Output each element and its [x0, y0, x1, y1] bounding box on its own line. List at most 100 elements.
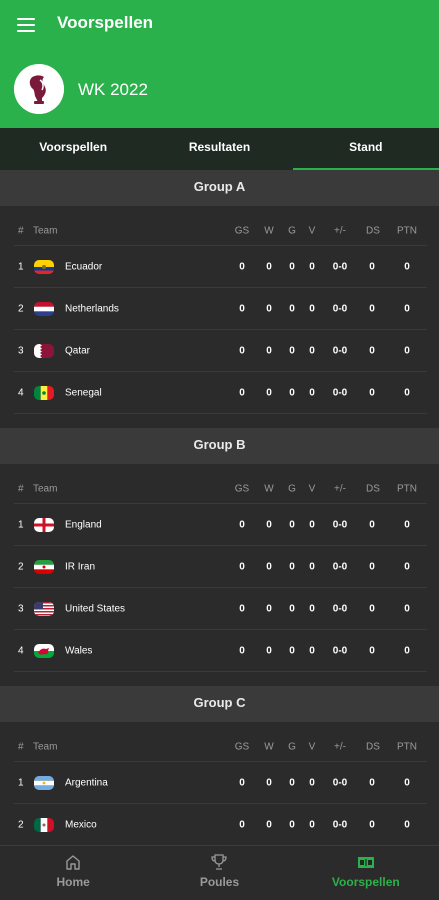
team-name: England	[65, 519, 102, 530]
stat-v: 0	[309, 603, 315, 614]
tournament-name: WK 2022	[78, 80, 148, 99]
header-gs: GS	[234, 225, 250, 236]
stat-pm: 0-0	[332, 345, 348, 356]
stat-gs: 0	[239, 645, 245, 656]
tab-voorspellen[interactable]: Voorspellen	[0, 128, 146, 170]
team-position: 3	[18, 345, 24, 356]
team-name: Argentina	[65, 777, 108, 788]
stat-pm: 0-0	[332, 387, 348, 398]
stat-v: 0	[309, 645, 315, 656]
stat-v: 0	[309, 261, 315, 272]
stat-g: 0	[289, 345, 295, 356]
stat-gs: 0	[239, 303, 245, 314]
table-row[interactable]: 2 Mexico 0 0 0 0 0-0 0 0	[14, 804, 427, 845]
header-pos: #	[18, 225, 24, 236]
table-row[interactable]: 2 IR Iran 0 0 0 0 0-0 0 0	[14, 546, 427, 588]
header-ds: DS	[366, 483, 380, 494]
stat-gs: 0	[239, 819, 245, 830]
table-header-row: # Team GS W G V +/- DS PTN	[14, 474, 427, 504]
team-position: 4	[18, 645, 24, 656]
iran-flag-icon	[34, 559, 54, 574]
table-header-row: # Team GS W G V +/- DS PTN	[14, 216, 427, 246]
tab-resultaten[interactable]: Resultaten	[146, 128, 292, 170]
stat-w: 0	[266, 345, 272, 356]
header-team: Team	[33, 483, 58, 494]
table-row[interactable]: 1 England 0 0 0 0 0-0 0 0	[14, 504, 427, 546]
netherlands-flag-icon	[34, 301, 54, 316]
stat-pm: 0-0	[332, 519, 348, 530]
header-ds: DS	[366, 225, 380, 236]
stat-g: 0	[289, 819, 295, 830]
header-g: G	[288, 741, 296, 752]
team-position: 1	[18, 261, 24, 272]
app-bar: Voorspellen WK 2022	[0, 0, 439, 128]
stat-gs: 0	[239, 777, 245, 788]
header-v: V	[308, 483, 316, 494]
header-v: V	[308, 225, 316, 236]
wales-flag-icon	[34, 643, 54, 658]
table-row[interactable]: 1 Ecuador 0 0 0 0 0-0 0 0	[14, 246, 427, 288]
team-name: IR Iran	[65, 561, 96, 572]
table-header-row: # Team GS W G V +/- DS PTN	[14, 732, 427, 762]
team-position: 2	[18, 819, 24, 830]
team-name: Mexico	[65, 819, 97, 830]
stat-gs: 0	[239, 345, 245, 356]
stat-v: 0	[309, 561, 315, 572]
table-row[interactable]: 1 Argentina 0 0 0 0 0-0 0 0	[14, 762, 427, 804]
trophy-icon	[211, 854, 228, 870]
stat-gs: 0	[239, 519, 245, 530]
stat-pm: 0-0	[332, 603, 348, 614]
table-row[interactable]: 2 Netherlands 0 0 0 0 0-0 0 0	[14, 288, 427, 330]
stat-ptn: 0	[404, 519, 410, 530]
argentina-flag-icon	[34, 775, 54, 790]
table-row[interactable]: 4 Senegal 0 0 0 0 0-0 0 0	[14, 372, 427, 414]
stat-g: 0	[289, 603, 295, 614]
stat-w: 0	[266, 387, 272, 398]
stat-ds: 0	[369, 561, 375, 572]
stat-ptn: 0	[404, 603, 410, 614]
group-title: Group B	[0, 428, 439, 464]
stat-v: 0	[309, 345, 315, 356]
stat-ptn: 0	[404, 303, 410, 314]
nav-poules[interactable]: Poules	[146, 846, 292, 900]
stat-w: 0	[266, 819, 272, 830]
stat-ptn: 0	[404, 777, 410, 788]
stat-pm: 0-0	[332, 777, 348, 788]
stat-v: 0	[309, 303, 315, 314]
header-pos: #	[18, 483, 24, 494]
stat-w: 0	[266, 519, 272, 530]
table-row[interactable]: 3 Qatar 0 0 0 0 0-0 0 0	[14, 330, 427, 372]
stat-pm: 0-0	[332, 645, 348, 656]
ecuador-flag-icon	[34, 259, 54, 274]
nav-home-label: Home	[56, 875, 90, 889]
group-title: Group C	[0, 686, 439, 722]
header-pm: +/-	[334, 741, 346, 752]
nav-home[interactable]: Home	[0, 846, 146, 900]
standings-list[interactable]: Group A # Team GS W G V +/- DS PTN 1 Ecuador 0 0 0 0 0-0…	[0, 170, 439, 845]
stat-gs: 0	[239, 387, 245, 398]
table-row[interactable]: 4 Wales 0 0 0 0 0-0 0 0	[14, 630, 427, 672]
stat-ds: 0	[369, 645, 375, 656]
england-flag-icon	[34, 517, 54, 532]
nav-voorspellen-label: Voorspellen	[331, 875, 400, 889]
standings-table: # Team GS W G V +/- DS PTN 1 England 0 0 0 0 0-0 0 0 2 IR I…	[0, 464, 439, 686]
tab-stand[interactable]: Stand	[292, 128, 439, 170]
stat-v: 0	[309, 777, 315, 788]
stat-ds: 0	[369, 345, 375, 356]
stat-v: 0	[309, 819, 315, 830]
nav-voorspellen[interactable]: Voorspellen	[293, 846, 439, 900]
stat-g: 0	[289, 777, 295, 788]
team-position: 4	[18, 387, 24, 398]
group-section: Group B # Team GS W G V +/- DS PTN 1 England 0 0 0 0 0-0…	[0, 428, 439, 686]
table-row[interactable]: 3 United States 0 0 0 0 0-0 0 0	[14, 588, 427, 630]
header-ptn: PTN	[397, 483, 417, 494]
stat-w: 0	[266, 303, 272, 314]
menu-icon[interactable]	[14, 14, 38, 34]
team-position: 3	[18, 603, 24, 614]
stat-pm: 0-0	[332, 303, 348, 314]
world-cup-logo	[14, 64, 64, 114]
header-gs: GS	[234, 741, 250, 752]
stat-gs: 0	[239, 261, 245, 272]
stat-g: 0	[289, 561, 295, 572]
stat-ptn: 0	[404, 387, 410, 398]
